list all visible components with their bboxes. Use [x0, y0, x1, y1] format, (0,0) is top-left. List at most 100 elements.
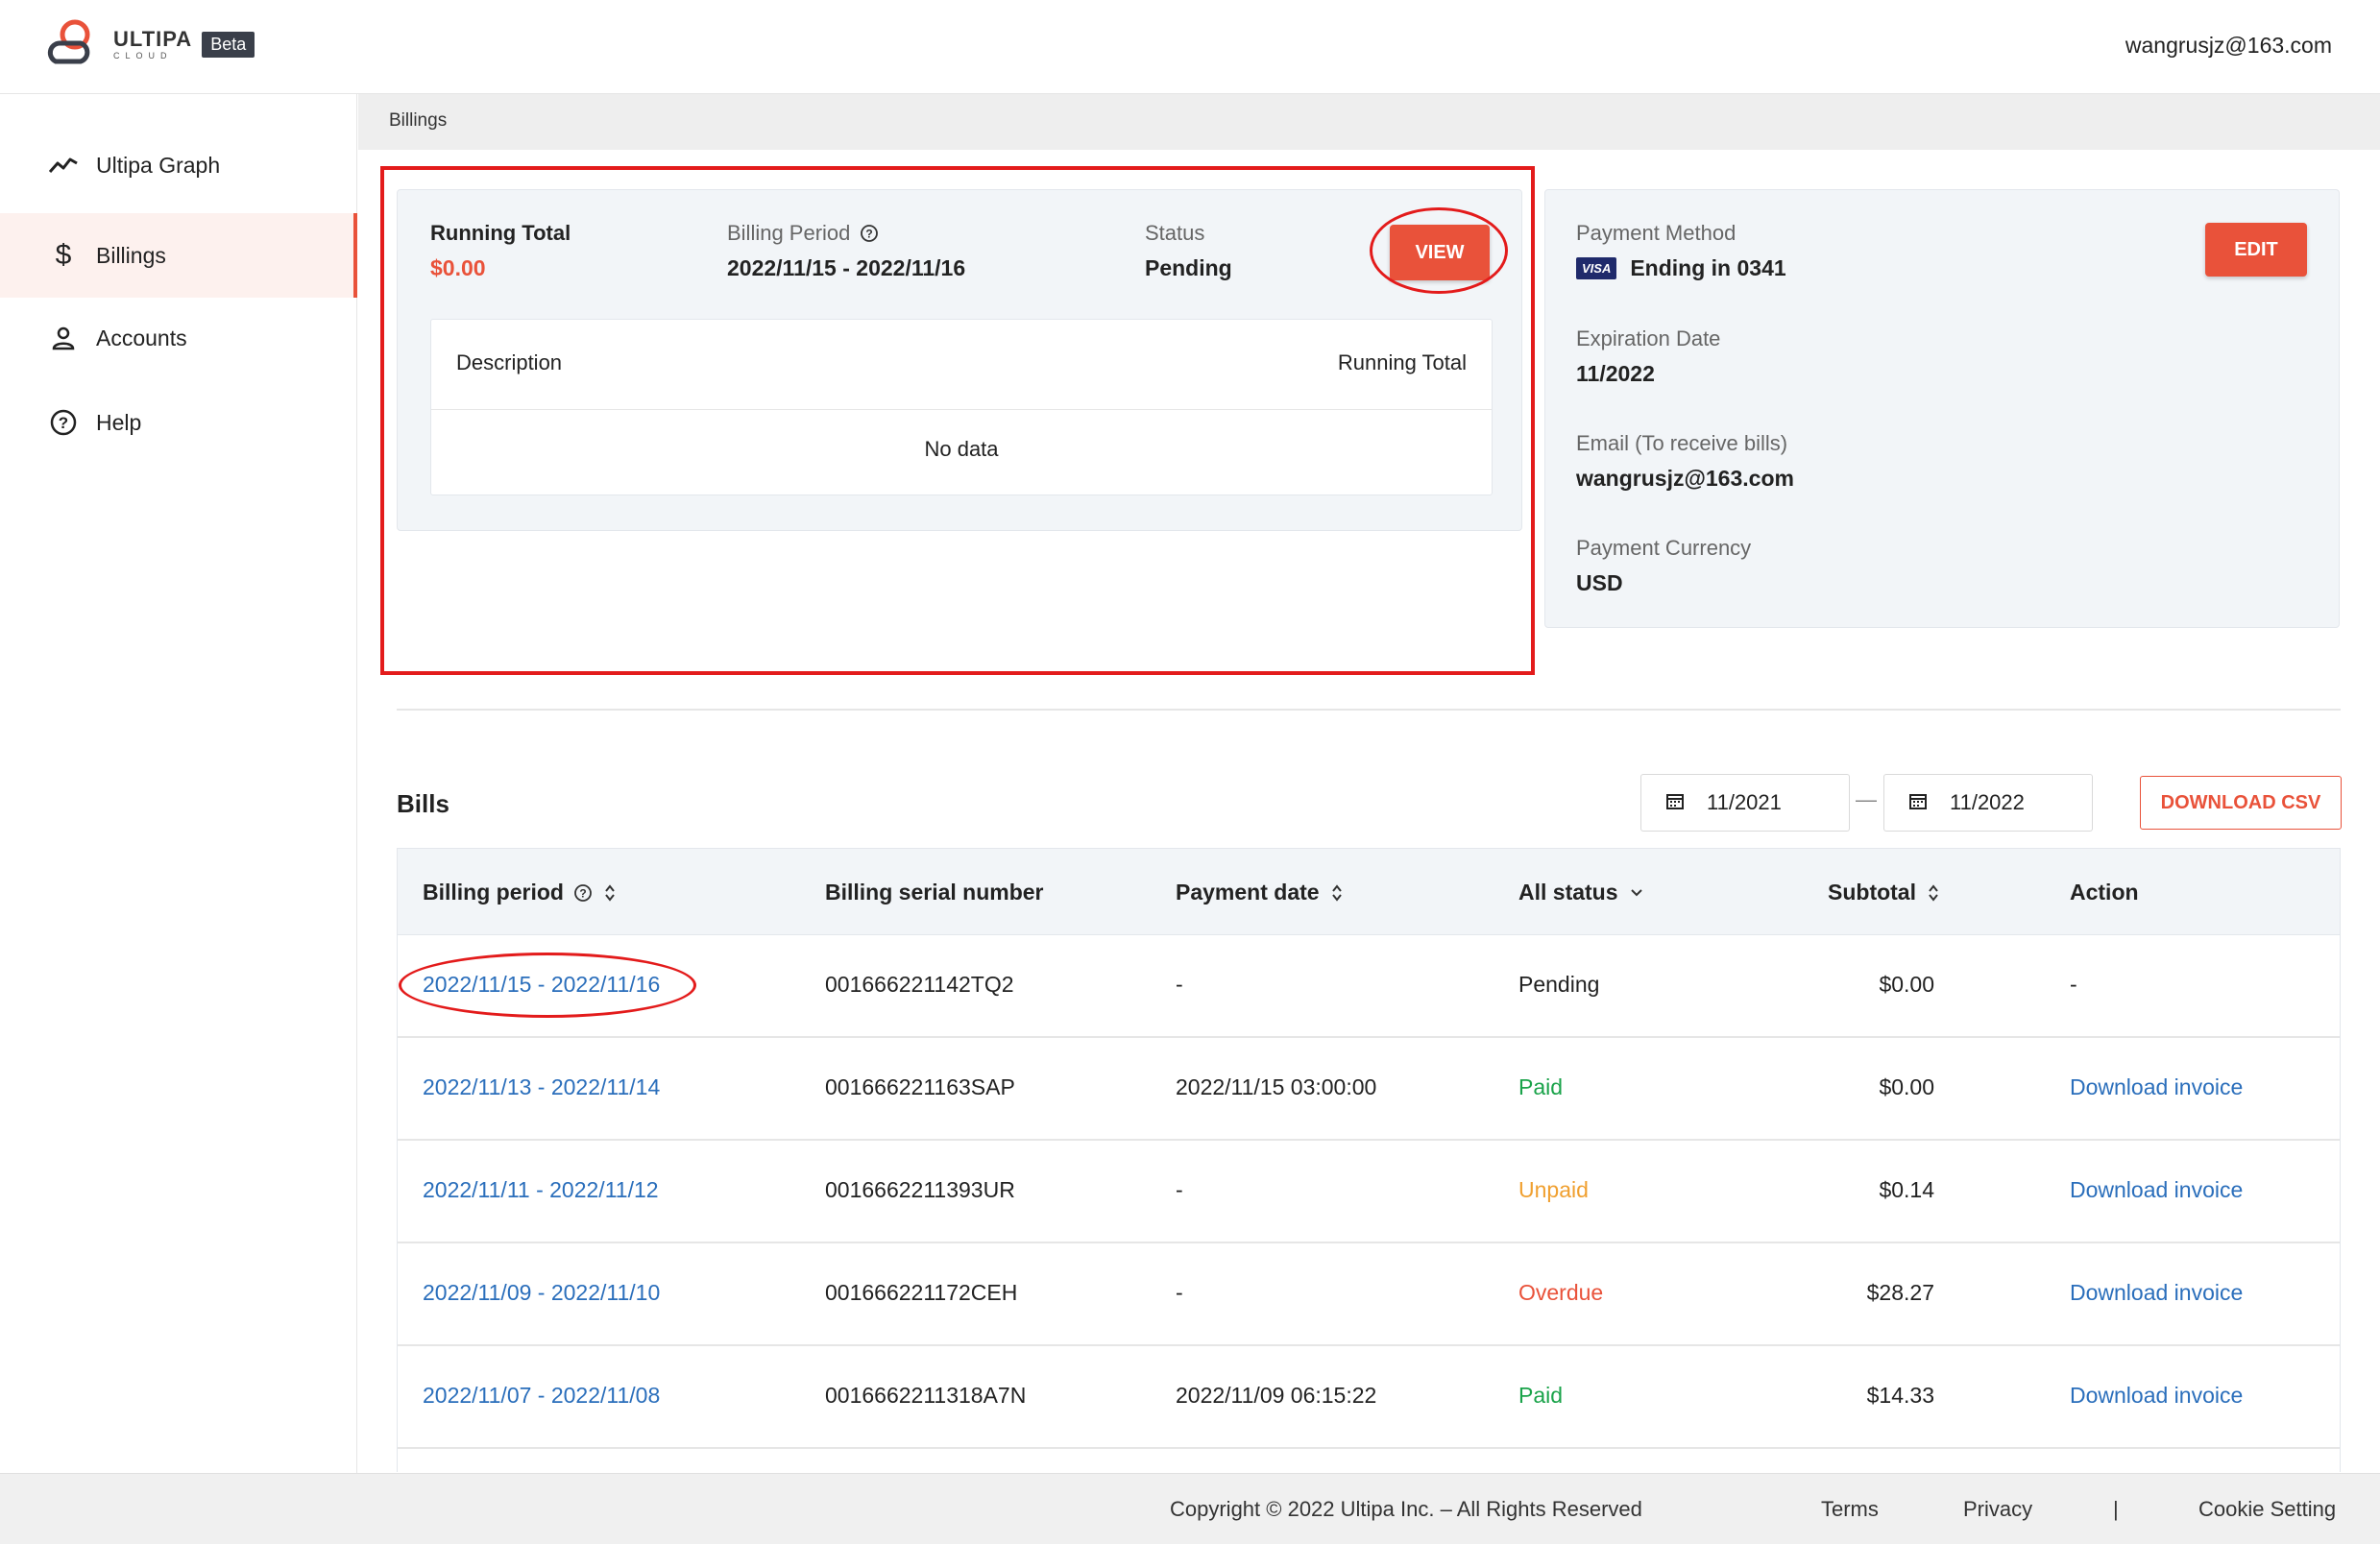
billing-period-link[interactable]: 2022/11/09 - 2022/11/10 [423, 1280, 660, 1306]
calendar-icon [1909, 790, 1927, 815]
serial-number: 001666221142TQ2 [825, 972, 1014, 997]
download-invoice-link[interactable]: Download invoice [2070, 1383, 2243, 1409]
status-text: Overdue [1518, 1280, 1604, 1305]
table-row: 2022/11/09 - 2022/11/10 001666221172CEH … [398, 1243, 2340, 1346]
serial-number: 0016662211393UR [825, 1177, 1015, 1202]
date-to-picker[interactable]: 11/2022 [1883, 774, 2093, 832]
user-account-menu[interactable]: wangrusjz@163.com [2125, 33, 2332, 59]
col-action: Action [2070, 880, 2139, 905]
payment-date: - [1176, 972, 1183, 997]
subtotal: $0.00 [1879, 972, 1934, 997]
svg-text:?: ? [579, 886, 586, 900]
date-from-value: 11/2021 [1707, 790, 1782, 814]
table-row: 2022/11/13 - 2022/11/14 001666221163SAP … [398, 1038, 2340, 1141]
sidebar-item-billings[interactable]: $ Billings [0, 213, 357, 298]
logo-word: ULTIPA [113, 26, 193, 51]
col-subtotal-label: Subtotal [1828, 880, 1916, 905]
table-row: 2022/11/11 - 2022/11/12 0016662211393UR … [398, 1141, 2340, 1243]
download-csv-button[interactable]: DOWNLOAD CSV [2140, 776, 2342, 830]
payment-date: 2022/11/15 03:00:00 [1176, 1074, 1377, 1099]
beta-badge: Beta [202, 31, 255, 58]
date-to-value: 11/2022 [1950, 790, 2025, 814]
date-separator: — [1856, 787, 1877, 811]
table-header: Billing period ? Billing serial number P… [398, 849, 2340, 935]
payment-method-card: Payment Method VISA Ending in 0341 EDIT … [1544, 189, 2340, 628]
billing-period-link[interactable]: 2022/11/13 - 2022/11/14 [423, 1074, 660, 1100]
col-payment-date[interactable]: Payment date [1176, 880, 1343, 905]
serial-number: 001666221163SAP [825, 1074, 1015, 1099]
user-icon [48, 323, 79, 353]
status-text: Paid [1518, 1383, 1564, 1408]
col-action-label: Action [2070, 880, 2139, 905]
bills-title: Bills [397, 789, 449, 818]
edit-button[interactable]: EDIT [2205, 223, 2307, 277]
col-subtotal[interactable]: Subtotal [1828, 880, 1939, 905]
email-value: wangrusjz@163.com [1576, 466, 1794, 491]
status-filter-dropdown[interactable]: All status [1518, 880, 1643, 905]
table-row: 2022/11/07 - 2022/11/08 0016662211318A7N… [398, 1346, 2340, 1449]
billing-period-link[interactable]: 2022/11/11 - 2022/11/12 [423, 1177, 659, 1203]
terms-link[interactable]: Terms [1821, 1497, 1879, 1522]
copyright-text: Copyright © 2022 Ultipa Inc. – All Right… [1170, 1497, 1642, 1521]
status-text: Unpaid [1518, 1177, 1589, 1202]
top-bar: ULTIPA CLOUD Beta wangrusjz@163.com [0, 0, 2380, 94]
question-icon[interactable]: ? [573, 883, 593, 903]
currency-value: USD [1576, 570, 1623, 595]
payment-method-label: Payment Method [1576, 221, 1736, 245]
section-divider [397, 709, 2341, 711]
sidebar-item-accounts[interactable]: Accounts [0, 296, 357, 380]
cloud-logo-icon [46, 19, 108, 69]
download-invoice-link[interactable]: Download invoice [2070, 1177, 2243, 1203]
status-text: Pending [1518, 972, 1600, 997]
svg-text:?: ? [59, 414, 68, 432]
col-billing-period-label: Billing period [423, 880, 564, 905]
dollar-icon: $ [55, 239, 72, 271]
col-payment-date-label: Payment date [1176, 880, 1320, 905]
download-invoice-link[interactable]: Download invoice [2070, 1074, 2243, 1100]
help-circle-icon: ? [48, 407, 79, 438]
sidebar-item-label: Help [96, 409, 142, 435]
annotation-highlight-box [380, 166, 1535, 675]
subtotal: $0.00 [1879, 1074, 1934, 1099]
calendar-icon [1666, 790, 1684, 815]
sidebar: Ultipa Graph $ Billings Accounts ? Help [0, 94, 357, 1473]
subtotal: $14.33 [1866, 1383, 1934, 1408]
billing-period-link[interactable]: 2022/11/07 - 2022/11/08 [423, 1383, 660, 1409]
sidebar-item-label: Ultipa Graph [96, 152, 221, 178]
privacy-link[interactable]: Privacy [1963, 1497, 2032, 1522]
subtotal: $0.14 [1879, 1177, 1934, 1202]
breadcrumb: Billings [389, 110, 448, 131]
payment-date: 2022/11/09 06:15:22 [1176, 1383, 1377, 1408]
action-text: - [2070, 972, 2077, 997]
trend-icon [48, 150, 79, 181]
ultipa-logo[interactable]: ULTIPA CLOUD Beta [46, 19, 255, 69]
expiration-label: Expiration Date [1576, 326, 1721, 350]
col-billing-period[interactable]: Billing period ? [423, 880, 616, 905]
email-label: Email (To receive bills) [1576, 431, 1788, 455]
annotation-ellipse-view [1370, 207, 1508, 294]
status-text: Paid [1518, 1074, 1564, 1099]
sort-icon[interactable] [604, 883, 616, 903]
serial-number: 001666221172CEH [825, 1280, 1018, 1305]
payment-date: - [1176, 1177, 1183, 1202]
download-invoice-link[interactable]: Download invoice [2070, 1280, 2243, 1306]
sidebar-item-help[interactable]: ? Help [0, 380, 357, 465]
chevron-down-icon [1630, 888, 1643, 898]
serial-number: 0016662211318A7N [825, 1383, 1027, 1408]
sort-icon[interactable] [1331, 883, 1343, 903]
annotation-ellipse-period [399, 953, 696, 1018]
col-status-label: All status [1518, 880, 1618, 905]
card-ending: Ending in 0341 [1630, 255, 1786, 280]
bills-table: Billing period ? Billing serial number P… [397, 848, 2341, 1472]
payment-date: - [1176, 1280, 1183, 1305]
date-from-picker[interactable]: 11/2021 [1640, 774, 1850, 832]
footer: Copyright © 2022 Ultipa Inc. – All Right… [0, 1473, 2380, 1544]
subtotal: $28.27 [1866, 1280, 1934, 1305]
sidebar-item-label: Billings [96, 242, 166, 268]
sort-icon[interactable] [1928, 883, 1939, 903]
currency-label: Payment Currency [1576, 536, 1752, 560]
cookie-setting-link[interactable]: Cookie Setting [2198, 1497, 2336, 1522]
sidebar-item-label: Accounts [96, 325, 187, 350]
sidebar-item-ultipa-graph[interactable]: Ultipa Graph [0, 123, 357, 207]
footer-separator: | [2113, 1497, 2119, 1521]
